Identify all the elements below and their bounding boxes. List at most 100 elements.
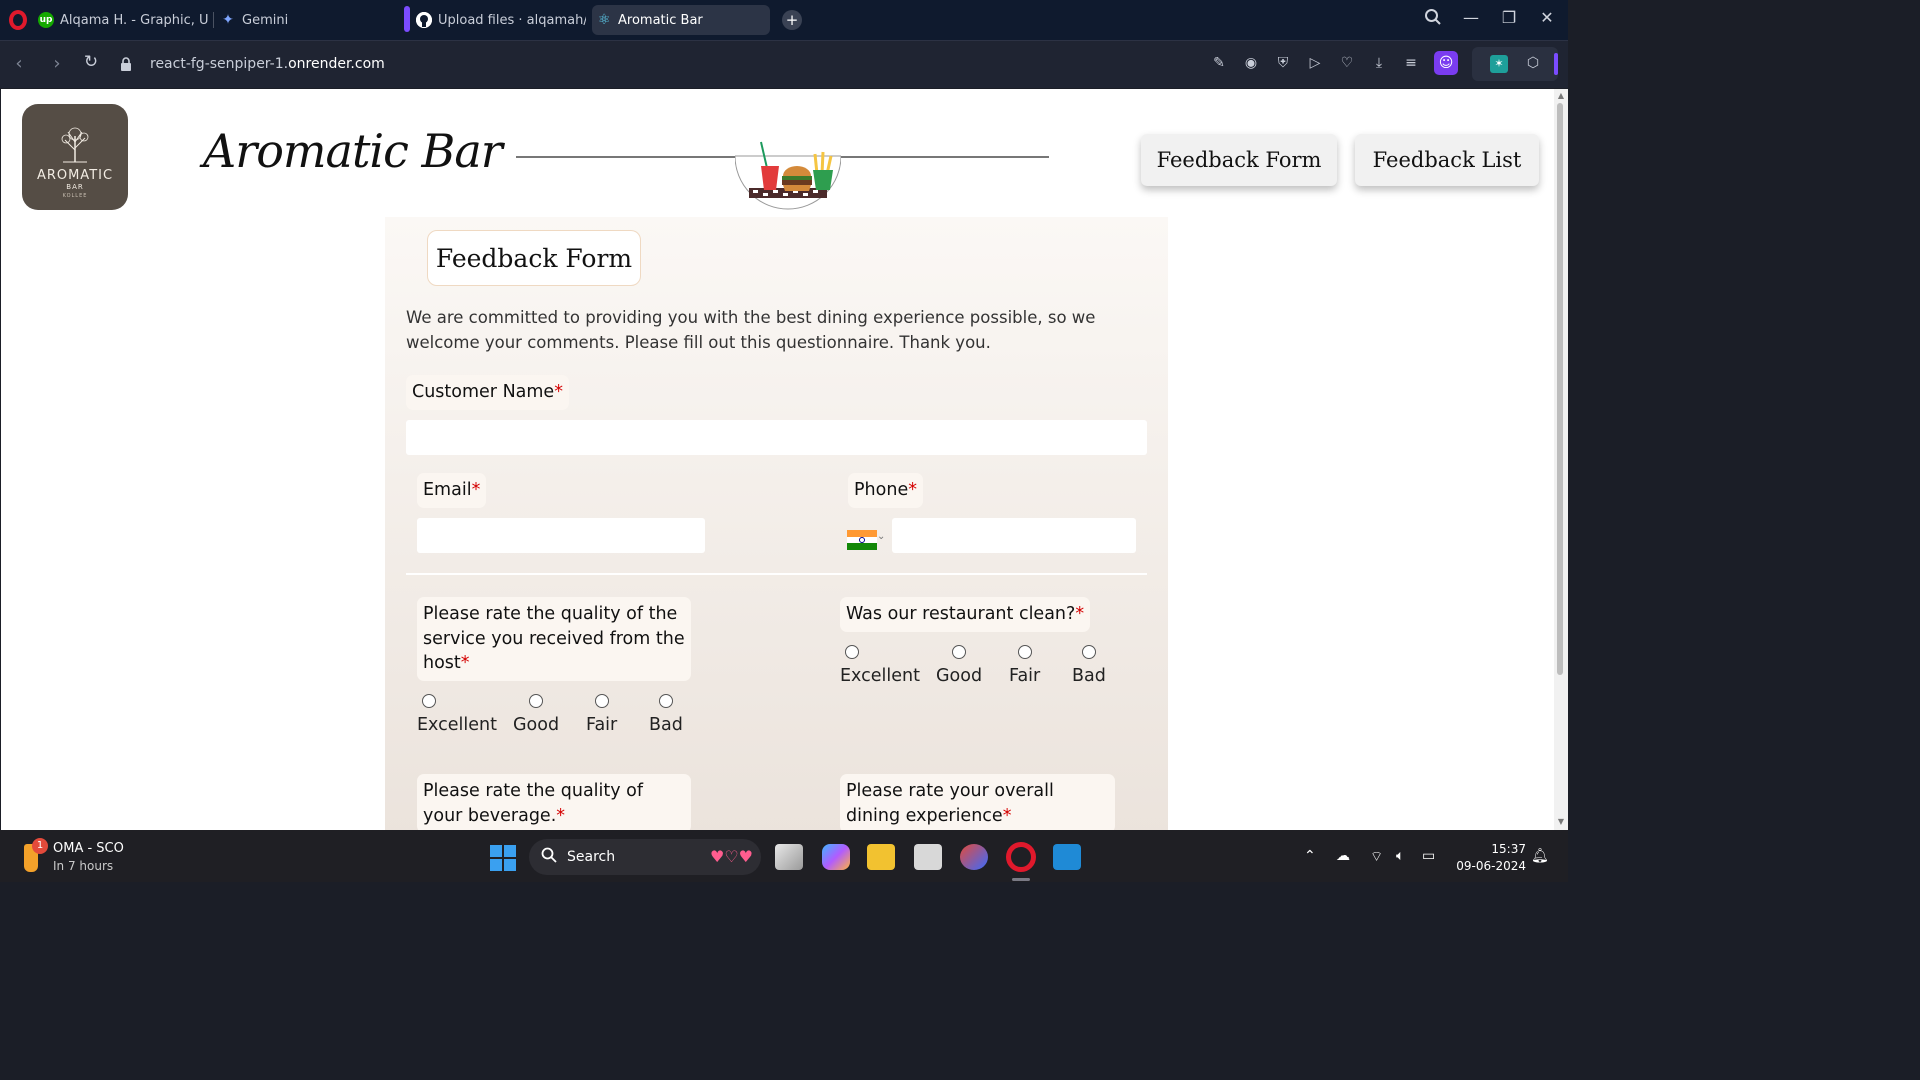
- battery-icon[interactable]: ▭: [1422, 848, 1435, 864]
- phone-label: Phone*: [848, 473, 923, 508]
- gemini-icon: ✦: [222, 12, 234, 28]
- clean-rating-question: Was our restaurant clean?*: [840, 597, 1091, 632]
- notification-bell-icon[interactable]: 🔔︎: [1531, 848, 1549, 864]
- radio-button[interactable]: [952, 645, 967, 659]
- forward-icon[interactable]: ›: [46, 53, 68, 74]
- opera-icon[interactable]: [9, 10, 27, 30]
- tab-group-indicator[interactable]: [404, 6, 410, 32]
- copilot-icon[interactable]: [822, 844, 850, 870]
- host-option-excellent[interactable]: Excellent: [417, 694, 497, 735]
- radio-button[interactable]: [845, 645, 859, 659]
- tab-label: Gemini: [242, 12, 289, 28]
- tab-separator: [213, 12, 214, 28]
- tab-gemini[interactable]: ✦ Gemini: [220, 5, 390, 35]
- host-option-fair[interactable]: Fair: [586, 694, 617, 735]
- task-view-icon[interactable]: [775, 844, 803, 870]
- notepad-icon[interactable]: [914, 844, 942, 870]
- weather-title: OMA - SCO: [53, 841, 124, 856]
- cloud-icon[interactable]: ☁: [1336, 848, 1350, 864]
- nav-feedback-form[interactable]: Feedback Form: [1141, 134, 1337, 186]
- lock-icon: [120, 57, 132, 71]
- tree-icon: [61, 127, 89, 163]
- form-divider: [406, 573, 1147, 575]
- tab-label: Aromatic Bar: [618, 12, 703, 28]
- host-rating-question: Please rate the quality of the service y…: [417, 597, 691, 681]
- search-tabs-icon[interactable]: [1421, 8, 1445, 30]
- scroll-up-icon[interactable]: ▲: [1555, 91, 1567, 101]
- scroll-down-icon[interactable]: ▼: [1555, 817, 1567, 827]
- tab-github[interactable]: Upload files · alqamah/rea: [416, 5, 586, 35]
- vscode-icon[interactable]: [1053, 844, 1081, 870]
- send-icon[interactable]: ▷: [1306, 54, 1324, 72]
- back-icon[interactable]: ‹: [8, 53, 30, 74]
- email-label: Email*: [417, 473, 487, 508]
- edit-icon[interactable]: ✎: [1210, 54, 1228, 72]
- easy-setup-icon[interactable]: ≡: [1402, 54, 1420, 72]
- notification-badge: 1: [32, 838, 48, 854]
- email-input[interactable]: [417, 518, 705, 553]
- clean-option-fair[interactable]: Fair: [1009, 645, 1040, 686]
- tab-label: Upload files · alqamah/rea: [438, 12, 586, 28]
- profile-icon[interactable]: ☺: [1434, 51, 1458, 75]
- header-divider-right: [839, 156, 1049, 158]
- tab-upwork[interactable]: up Alqama H. - Graphic, UI/U: [38, 5, 208, 35]
- chevron-up-icon[interactable]: ⌃: [1304, 848, 1316, 864]
- search-label: Search: [567, 849, 616, 865]
- overall-rating-question: Please rate your overall dining experien…: [840, 774, 1115, 830]
- radio-button[interactable]: [422, 694, 436, 708]
- radio-button[interactable]: [1017, 645, 1032, 659]
- site-logo[interactable]: AROMATIC BAR KOLLEE: [22, 104, 128, 210]
- chevron-down-icon[interactable]: ⌄: [877, 531, 885, 542]
- extensions-area: ✶ ⬡: [1472, 47, 1558, 81]
- shield-icon[interactable]: ⛨: [1274, 54, 1292, 72]
- volume-icon[interactable]: 🔈︎: [1396, 848, 1404, 864]
- tab-aromatic-bar[interactable]: ⚛ Aromatic Bar: [592, 5, 770, 35]
- clean-option-excellent[interactable]: Excellent: [840, 645, 920, 686]
- url-field[interactable]: react-fg-senpiper-1.onrender.com: [120, 49, 1200, 79]
- wifi-icon[interactable]: ⌔: [1370, 848, 1383, 866]
- radio-button[interactable]: [594, 694, 609, 708]
- host-option-bad[interactable]: Bad: [649, 694, 683, 735]
- customer-name-input[interactable]: [406, 420, 1147, 455]
- country-flag-selector[interactable]: [847, 530, 877, 550]
- taskbar-search[interactable]: Search ♥♡♥: [529, 839, 761, 875]
- heart-icon[interactable]: ♡: [1338, 54, 1356, 72]
- scroll-thumb[interactable]: [1557, 103, 1563, 675]
- tab-label: Alqama H. - Graphic, UI/U: [60, 12, 208, 28]
- clean-option-bad[interactable]: Bad: [1072, 645, 1106, 686]
- app-icon[interactable]: [960, 844, 988, 870]
- clean-option-good[interactable]: Good: [936, 645, 982, 686]
- close-icon[interactable]: ✕: [1535, 8, 1559, 27]
- extensions-cube-icon[interactable]: ⬡: [1524, 55, 1542, 73]
- radio-button[interactable]: [1081, 645, 1096, 659]
- form-title: Feedback Form: [427, 230, 641, 286]
- toolbar-icons: ✎ ◉ ⛨ ▷ ♡ ⤓ ≡ ☺: [1210, 51, 1458, 75]
- feedback-form-panel: Feedback Form We are committed to provid…: [385, 217, 1168, 830]
- phone-input[interactable]: [892, 518, 1136, 553]
- react-icon: ⚛: [597, 12, 611, 28]
- windows-start-icon[interactable]: [490, 845, 516, 871]
- host-option-good[interactable]: Good: [513, 694, 559, 735]
- camera-icon[interactable]: ◉: [1242, 54, 1260, 72]
- active-app-indicator: [1012, 878, 1030, 881]
- beverage-rating-question: Please rate the quality of your beverage…: [417, 774, 691, 830]
- reload-icon[interactable]: ↻: [80, 52, 102, 72]
- food-illustration-icon: [735, 141, 841, 210]
- radio-button[interactable]: [529, 694, 544, 708]
- restore-icon[interactable]: ❐: [1497, 8, 1521, 27]
- extension-icon[interactable]: ✶: [1490, 55, 1508, 73]
- browser-tab-bar: up Alqama H. - Graphic, UI/U ✦ Gemini Up…: [0, 0, 1568, 40]
- customer-name-label: Customer Name*: [406, 375, 569, 410]
- opera-taskbar-icon[interactable]: [1006, 842, 1036, 872]
- minimize-icon[interactable]: —: [1459, 8, 1483, 27]
- weather-subtitle: In 7 hours: [53, 859, 114, 873]
- page-scrollbar[interactable]: ▲ ▼: [1554, 89, 1568, 830]
- clock[interactable]: 15:37 09-06-2024: [1456, 841, 1526, 875]
- file-explorer-icon[interactable]: [867, 844, 895, 870]
- nav-feedback-list[interactable]: Feedback List: [1355, 134, 1539, 186]
- new-tab-button[interactable]: +: [782, 10, 802, 30]
- download-icon[interactable]: ⤓: [1370, 54, 1388, 72]
- url-text: react-fg-senpiper-1.onrender.com: [150, 56, 385, 72]
- header-divider-left: [516, 156, 736, 158]
- radio-button[interactable]: [658, 694, 673, 708]
